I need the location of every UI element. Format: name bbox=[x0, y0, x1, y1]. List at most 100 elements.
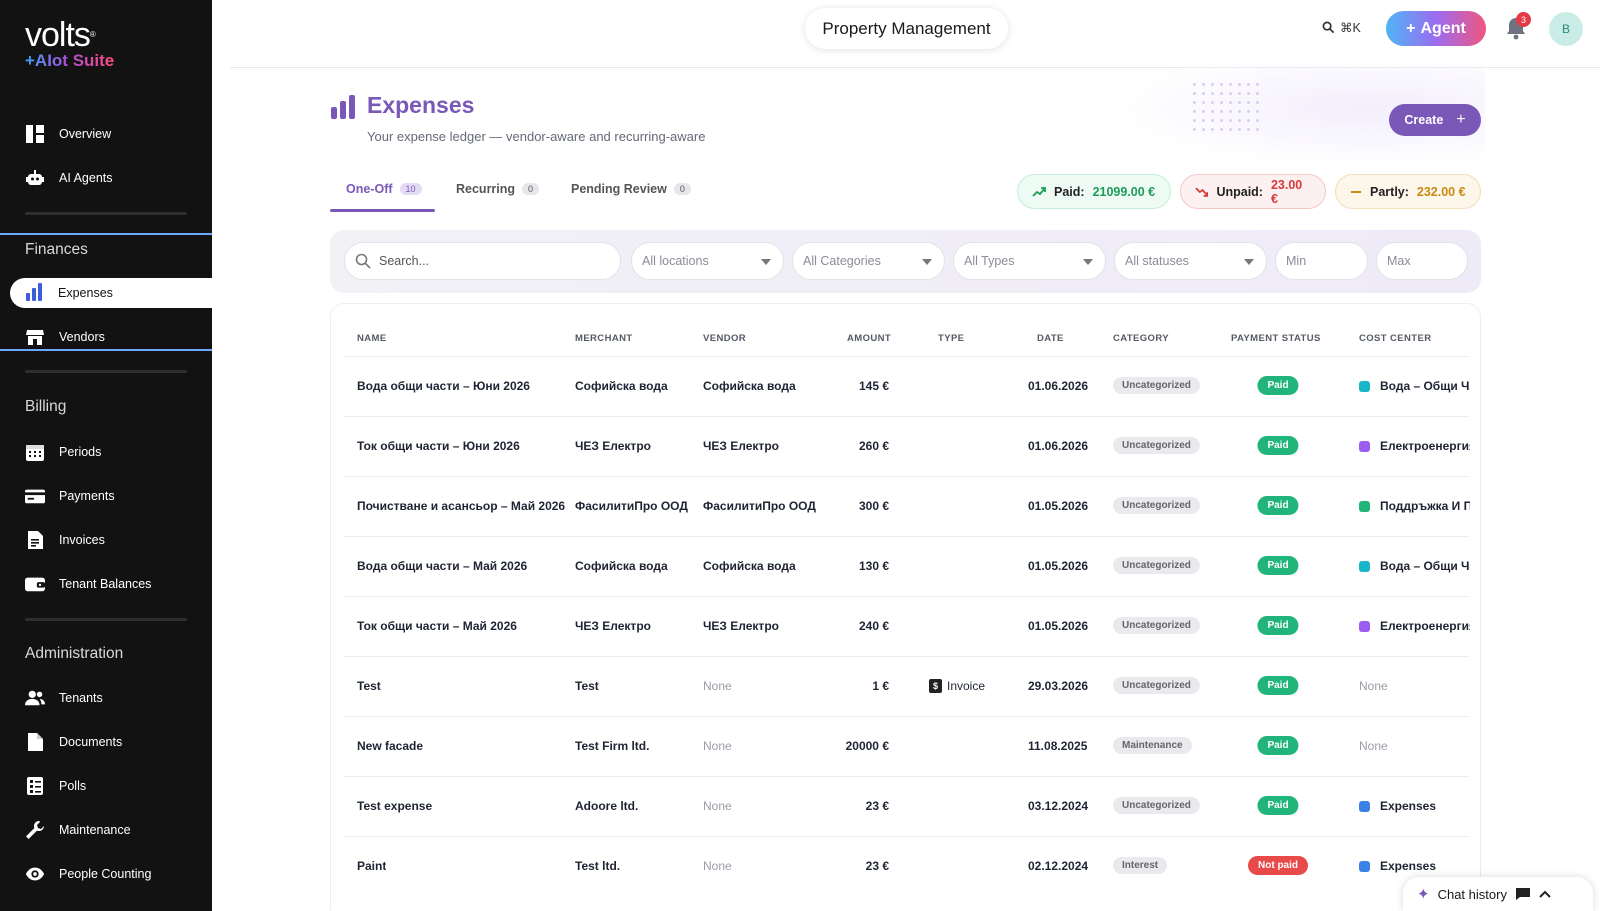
column-header-amount[interactable]: AMOUNT bbox=[847, 333, 891, 344]
sparkle-icon: + bbox=[1406, 19, 1416, 37]
cell-vendor: None bbox=[703, 679, 732, 693]
statuses-select[interactable]: All statuses bbox=[1114, 242, 1267, 280]
column-header-name[interactable]: NAME bbox=[357, 333, 387, 344]
column-header-vendor[interactable]: VENDOR bbox=[703, 333, 746, 344]
sidebar-item-label: Documents bbox=[59, 735, 123, 749]
cell-name: Вода общи части – Май 2026 bbox=[357, 559, 528, 573]
cell-name: Test expense bbox=[357, 799, 433, 813]
command-search[interactable]: ⌘K bbox=[1322, 20, 1361, 35]
cell-cost-center: Вода – Общи Ча bbox=[1380, 559, 1470, 573]
create-button[interactable]: Create + bbox=[1389, 104, 1481, 136]
cell-cost-center: None bbox=[1359, 679, 1388, 693]
sidebar-item-label: Maintenance bbox=[59, 823, 131, 837]
sidebar-item-maintenance[interactable]: Maintenance bbox=[25, 818, 131, 842]
sidebar-item-payments[interactable]: Payments bbox=[25, 484, 115, 508]
brand-name: volts® bbox=[25, 16, 96, 54]
column-header-cost-center[interactable]: COST CENTER bbox=[1359, 333, 1432, 344]
cell-merchant: Adoore ltd. bbox=[575, 799, 639, 813]
section-title-finances: Finances bbox=[25, 241, 88, 258]
cost-center-color-dot bbox=[1359, 381, 1370, 392]
sidebar-item-label: AI Agents bbox=[59, 171, 113, 185]
app-title: Property Management bbox=[805, 8, 1008, 49]
paid-label: Paid: bbox=[1054, 184, 1085, 199]
cell-cost-center: Електроенергия bbox=[1380, 619, 1470, 633]
sidebar-item-tenant-balances[interactable]: Tenant Balances bbox=[25, 572, 151, 596]
cell-cost-center: Вода – Общи Ча bbox=[1380, 379, 1470, 393]
column-header-date[interactable]: DATE bbox=[1037, 333, 1064, 344]
unpaid-value: 23.00 € bbox=[1270, 177, 1303, 206]
cell-name: Вода общи части – Юни 2026 bbox=[357, 379, 530, 393]
dot-pattern-decoration bbox=[1190, 80, 1262, 134]
chat-history-label: Chat history bbox=[1437, 886, 1507, 902]
tab-pending-review[interactable]: Pending Review 0 bbox=[571, 182, 691, 196]
min-input[interactable]: Min bbox=[1286, 254, 1306, 268]
cell-merchant: ФасилитиПро ООД bbox=[575, 499, 688, 513]
cell-merchant: Test Firm ltd. bbox=[575, 739, 650, 753]
agent-button[interactable]: + Agent bbox=[1386, 11, 1486, 46]
cell-amount: 20000 € bbox=[845, 739, 889, 753]
tab-one-off[interactable]: One-Off 10 bbox=[346, 182, 422, 196]
max-amount-field[interactable]: Max bbox=[1376, 242, 1468, 280]
wrench-icon bbox=[25, 820, 45, 840]
cost-center-color-dot bbox=[1359, 501, 1370, 512]
sparkle-icon: ✦ bbox=[1417, 886, 1430, 903]
document-icon bbox=[25, 530, 45, 550]
category-badge: Uncategorized bbox=[1113, 377, 1200, 394]
partly-label: Partly: bbox=[1370, 184, 1409, 199]
column-header-merchant[interactable]: MERCHANT bbox=[575, 333, 633, 344]
sidebar-item-tenants[interactable]: Tenants bbox=[25, 686, 103, 710]
eye-icon bbox=[25, 864, 45, 884]
sidebar-item-people-counting[interactable]: People Counting bbox=[25, 862, 151, 886]
status-badge: Paid bbox=[1257, 616, 1299, 635]
tab-recurring[interactable]: Recurring 0 bbox=[456, 182, 540, 196]
category-badge: Uncategorized bbox=[1113, 617, 1200, 634]
store-icon bbox=[25, 327, 45, 347]
tab-count: 10 bbox=[399, 183, 422, 195]
cell-date: 02.12.2024 bbox=[1028, 859, 1089, 873]
sidebar-item-polls[interactable]: Polls bbox=[25, 774, 86, 798]
chevron-up-icon bbox=[1539, 890, 1551, 898]
status-badge: Paid bbox=[1257, 436, 1299, 455]
trending-down-icon bbox=[1195, 187, 1209, 197]
unpaid-summary-chip: Unpaid: 23.00 € bbox=[1180, 174, 1326, 209]
max-input[interactable]: Max bbox=[1387, 254, 1411, 268]
trending-up-icon bbox=[1032, 186, 1046, 197]
sidebar-item-invoices[interactable]: Invoices bbox=[25, 528, 105, 552]
sidebar-item-ai-agents[interactable]: AI Agents bbox=[25, 166, 113, 190]
cost-center-color-dot bbox=[1359, 441, 1370, 452]
sidebar-item-periods[interactable]: Periods bbox=[25, 440, 101, 464]
sidebar-item-overview[interactable]: Overview bbox=[25, 122, 111, 146]
tab-label: Recurring bbox=[456, 182, 516, 196]
search-field[interactable]: Search... bbox=[344, 242, 621, 280]
cell-date: 03.12.2024 bbox=[1028, 799, 1089, 813]
chat-history-button[interactable]: ✦ Chat history bbox=[1403, 877, 1593, 911]
min-amount-field[interactable]: Min bbox=[1275, 242, 1368, 280]
categories-select[interactable]: All Categories bbox=[792, 242, 945, 280]
category-badge: Uncategorized bbox=[1113, 797, 1200, 814]
column-header-category[interactable]: CATEGORY bbox=[1113, 333, 1169, 344]
sidebar-item-expenses[interactable]: Expenses bbox=[10, 278, 212, 308]
table-row[interactable] bbox=[343, 776, 1469, 836]
dashboard-icon bbox=[25, 124, 45, 144]
cell-date: 11.08.2025 bbox=[1028, 739, 1088, 753]
avatar[interactable]: B bbox=[1549, 12, 1583, 46]
wallet-icon bbox=[25, 574, 45, 594]
cell-amount: 23 € bbox=[865, 859, 889, 873]
types-select[interactable]: All Types bbox=[953, 242, 1106, 280]
cell-date: 01.06.2026 bbox=[1028, 379, 1089, 393]
column-header-payment-status[interactable]: PAYMENT STATUS bbox=[1231, 333, 1321, 344]
sidebar-item-label: Expenses bbox=[58, 286, 113, 300]
cell-name: Paint bbox=[357, 859, 387, 873]
agent-label: Agent bbox=[1420, 19, 1466, 37]
search-input[interactable]: Search... bbox=[379, 254, 429, 268]
page-subtitle: Your expense ledger — vendor-aware and r… bbox=[367, 129, 706, 144]
sidebar-item-documents[interactable]: Documents bbox=[25, 730, 122, 754]
locations-select[interactable]: All locations bbox=[631, 242, 784, 280]
sidebar-item-vendors[interactable]: Vendors bbox=[25, 325, 105, 349]
table-row[interactable] bbox=[343, 716, 1469, 776]
column-header-type[interactable]: TYPE bbox=[938, 333, 964, 344]
tab-label: Pending Review bbox=[571, 182, 667, 196]
brand-logo[interactable]: volts® +AIot Suite bbox=[25, 18, 114, 70]
active-tab-indicator bbox=[330, 209, 435, 212]
table-row[interactable] bbox=[343, 656, 1469, 716]
